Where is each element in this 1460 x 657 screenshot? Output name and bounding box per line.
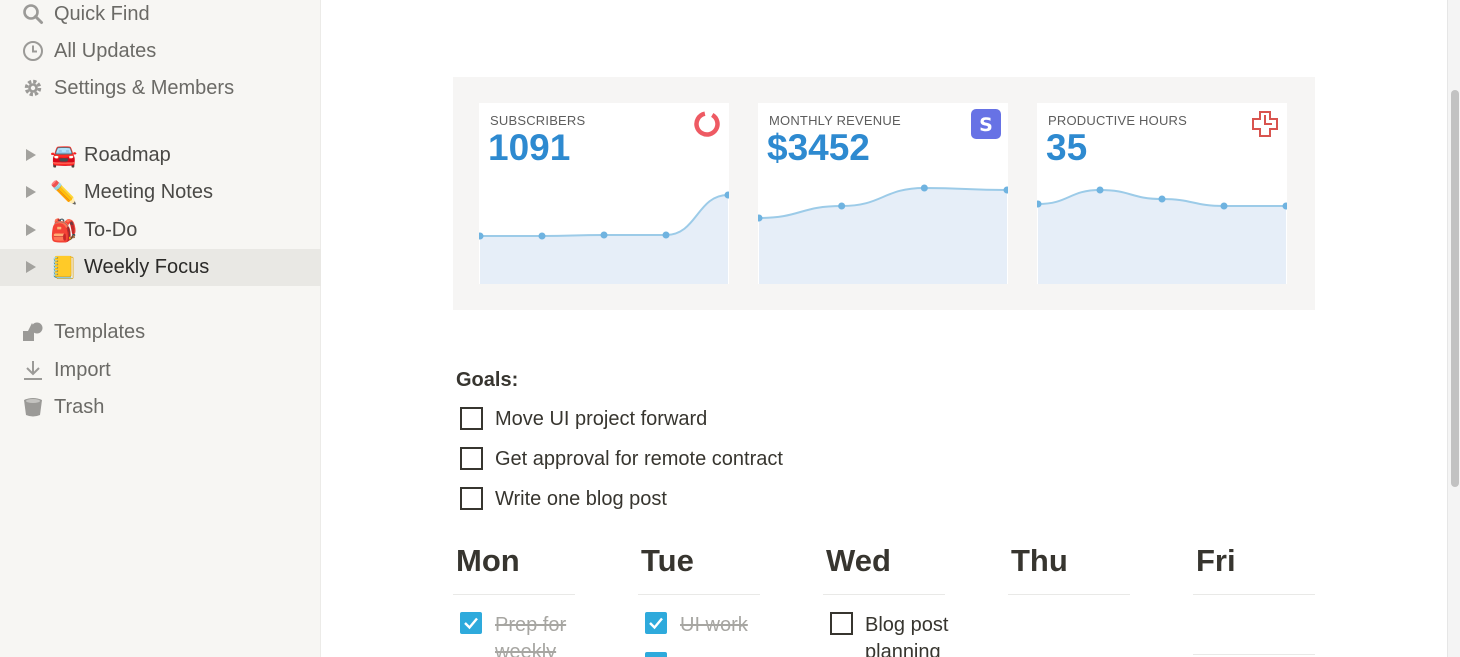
search-icon xyxy=(22,3,44,25)
day-heading-fri: Fri xyxy=(1193,543,1315,595)
download-icon xyxy=(22,359,44,381)
clock-icon xyxy=(22,40,44,62)
sidebar-item-label: All Updates xyxy=(54,39,157,62)
sparkline-point xyxy=(662,231,670,239)
expand-arrow-icon[interactable] xyxy=(26,149,36,161)
pencil-icon: ✏️ xyxy=(50,180,78,205)
stat-card-monthly-revenue[interactable]: MONTHLY REVENUE $3452 S xyxy=(758,103,1008,284)
todo-text[interactable]: Prep for weekly xyxy=(495,612,595,657)
day-heading-mon: Mon xyxy=(453,543,575,595)
sidebar-item-label: Trash xyxy=(54,395,105,418)
stat-label: SUBSCRIBERS xyxy=(490,113,586,128)
sidebar-item-import[interactable]: Import xyxy=(0,352,321,388)
sidebar-item-settings[interactable]: Settings & Members xyxy=(0,70,321,106)
sidebar-page-label: Meeting Notes xyxy=(84,181,213,203)
sidebar-item-templates[interactable]: Templates xyxy=(0,314,321,350)
backpack-icon: 🎒 xyxy=(50,218,78,243)
sidebar-item-label: Import xyxy=(54,358,111,381)
stat-value: 1091 xyxy=(488,127,571,168)
gear-icon xyxy=(22,77,44,99)
stat-label: PRODUCTIVE HOURS xyxy=(1048,113,1187,128)
sparkline-point xyxy=(1220,202,1228,210)
checked-checkbox[interactable] xyxy=(645,652,667,657)
expand-arrow-icon[interactable] xyxy=(26,224,36,236)
checkbox[interactable] xyxy=(460,447,483,470)
sidebar-page-weekly-focus[interactable]: 📒 Weekly Focus xyxy=(0,249,321,286)
sidebar-page-label: Roadmap xyxy=(84,144,171,166)
car-icon: 🚘 xyxy=(50,143,78,168)
sidebar-page-label: Weekly Focus xyxy=(84,256,210,278)
expand-arrow-icon[interactable] xyxy=(26,186,36,198)
goal-text[interactable]: Move UI project forward xyxy=(495,407,707,431)
divider xyxy=(1193,654,1315,655)
sidebar-item-all-updates[interactable]: All Updates xyxy=(0,33,321,69)
stat-card-productive-hours[interactable]: PRODUCTIVE HOURS 35 xyxy=(1037,103,1287,284)
day-label: Fri xyxy=(1196,543,1236,578)
day-label: Tue xyxy=(641,543,694,578)
todo-text[interactable]: UI work xyxy=(680,612,780,639)
sparkline-point xyxy=(920,184,928,192)
svg-text:S: S xyxy=(979,114,993,136)
todo-text[interactable]: Blog post planning xyxy=(865,612,965,657)
sidebar-page-label: To-Do xyxy=(84,219,138,241)
sparkline-point xyxy=(1096,186,1104,194)
sparkline-point xyxy=(600,231,608,239)
checkbox[interactable] xyxy=(460,407,483,430)
expand-arrow-icon[interactable] xyxy=(26,261,36,273)
sidebar-page-meeting-notes[interactable]: ✏️ Meeting Notes xyxy=(0,174,321,211)
app-window: Quick Find All Updates Settings & Member… xyxy=(0,0,1460,657)
goal-text[interactable]: Get approval for remote contract xyxy=(495,447,783,471)
sidebar-item-label: Settings & Members xyxy=(54,76,235,99)
stripe-logo-icon: S xyxy=(971,109,1001,139)
day-label: Wed xyxy=(826,543,891,578)
stat-card-subscribers[interactable]: SUBSCRIBERS 1091 xyxy=(479,103,729,284)
sidebar: Quick Find All Updates Settings & Member… xyxy=(0,0,321,657)
day-heading-wed: Wed xyxy=(823,543,945,595)
sidebar-item-label: Quick Find xyxy=(54,2,150,25)
goals-heading: Goals: xyxy=(456,369,519,391)
sidebar-item-trash[interactable]: Trash xyxy=(0,389,321,425)
day-label: Thu xyxy=(1011,543,1068,578)
checkbox[interactable] xyxy=(460,487,483,510)
stat-value: $3452 xyxy=(767,127,870,168)
stat-value: 35 xyxy=(1046,127,1088,168)
sparkline-point xyxy=(538,232,546,240)
sidebar-item-label: Templates xyxy=(54,320,146,343)
shapes-icon xyxy=(22,321,44,343)
checked-checkbox[interactable] xyxy=(460,612,482,634)
notebook-icon: 📒 xyxy=(50,255,78,280)
stats-embed[interactable]: SUBSCRIBERS 1091 MONTHLY REVENUE $3452 S… xyxy=(453,77,1315,310)
sparkline-point xyxy=(838,202,846,210)
sparkline-area xyxy=(759,188,1007,284)
scrollbar-thumb[interactable] xyxy=(1451,90,1459,487)
trash-icon xyxy=(22,396,44,418)
health-cross-icon xyxy=(1252,111,1278,137)
checked-checkbox[interactable] xyxy=(645,612,667,634)
sparkline-area xyxy=(480,195,728,284)
day-label: Mon xyxy=(456,543,520,578)
sparkline-point xyxy=(1158,195,1166,203)
goal-text[interactable]: Write one blog post xyxy=(495,487,667,511)
checkbox[interactable] xyxy=(830,612,853,635)
day-heading-tue: Tue xyxy=(638,543,760,595)
day-heading-thu: Thu xyxy=(1008,543,1130,595)
ring-logo-icon xyxy=(694,111,720,137)
sparkline-area xyxy=(1038,190,1286,284)
sidebar-item-quick-find[interactable]: Quick Find xyxy=(0,0,321,32)
sidebar-page-to-do[interactable]: 🎒 To-Do xyxy=(0,212,321,249)
sidebar-page-roadmap[interactable]: 🚘 Roadmap xyxy=(0,137,321,174)
stat-label: MONTHLY REVENUE xyxy=(769,113,901,128)
